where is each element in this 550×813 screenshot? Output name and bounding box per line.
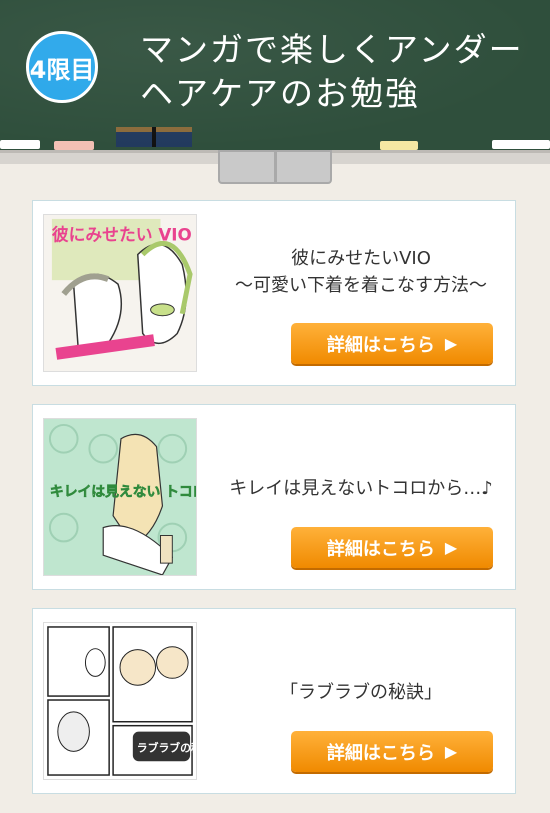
page-title-line2: ヘアケアのお勉強: [140, 74, 420, 113]
thumb-3-text: ラブラブの秘訣: [137, 740, 196, 754]
details-button-1[interactable]: 詳細はこちら ▶: [291, 323, 493, 364]
card-1-title-line2: 〜可愛い下着を着こなす方法〜: [235, 275, 487, 296]
lesson-card-1: 彼にみせたい VIO 彼にみせたいVIO 〜可愛い下着を着こなす方法〜 詳細はこ…: [32, 200, 516, 386]
card-1-title: 彼にみせたいVIO 〜可愛い下着を着こなす方法〜: [211, 245, 511, 299]
lesson-card-2: キレイは見えない トコロから…♪ キレイは見えないトコロから…♪ 詳細はこちら …: [32, 404, 516, 590]
manga-thumbnail-1[interactable]: 彼にみせたい VIO: [43, 214, 197, 372]
details-button-1-label: 詳細はこちら: [326, 334, 435, 356]
chalkboard-header: 4限目 マンガで楽しくアンダー ヘアケアのお勉強: [0, 0, 550, 150]
chalk-white-left: [0, 140, 40, 149]
card-2-title-line1: キレイは見えないトコロから…♪: [229, 478, 493, 499]
manga-thumbnail-2[interactable]: キレイは見えない トコロから…♪: [43, 418, 197, 576]
details-button-3[interactable]: 詳細はこちら ▶: [291, 731, 493, 772]
details-button-2-label: 詳細はこちら: [326, 538, 435, 560]
details-button-3-label: 詳細はこちら: [326, 742, 435, 764]
play-arrow-icon: ▶: [444, 334, 458, 353]
thumb-2-text: キレイは見えない トコロから…♪: [50, 484, 196, 500]
page-title-line1: マンガで楽しくアンダー: [140, 30, 524, 69]
play-arrow-icon: ▶: [444, 538, 458, 557]
card-3-title-line1: 「ラブラブの秘訣」: [280, 682, 442, 703]
chalk-pink: [54, 141, 94, 150]
details-button-2[interactable]: 詳細はこちら ▶: [291, 527, 493, 568]
board-clip: [218, 150, 332, 184]
page-title: マンガで楽しくアンダー ヘアケアのお勉強: [140, 28, 524, 116]
chalk-white-right: [492, 140, 550, 149]
play-arrow-icon: ▶: [444, 742, 458, 761]
lesson-card-3: ラブラブの秘訣 「ラブラブの秘訣」 詳細はこちら ▶: [32, 608, 516, 794]
manga-thumbnail-3[interactable]: ラブラブの秘訣: [43, 622, 197, 780]
thumb-1-text: 彼にみせたい VIO: [52, 225, 192, 245]
card-1-title-line1: 彼にみせたいVIO: [291, 248, 431, 269]
eraser: [116, 127, 192, 147]
card-2-title: キレイは見えないトコロから…♪: [211, 475, 511, 502]
lesson-badge: 4限目: [26, 31, 98, 103]
card-3-title: 「ラブラブの秘訣」: [211, 679, 511, 706]
chalk-yellow: [380, 141, 418, 150]
